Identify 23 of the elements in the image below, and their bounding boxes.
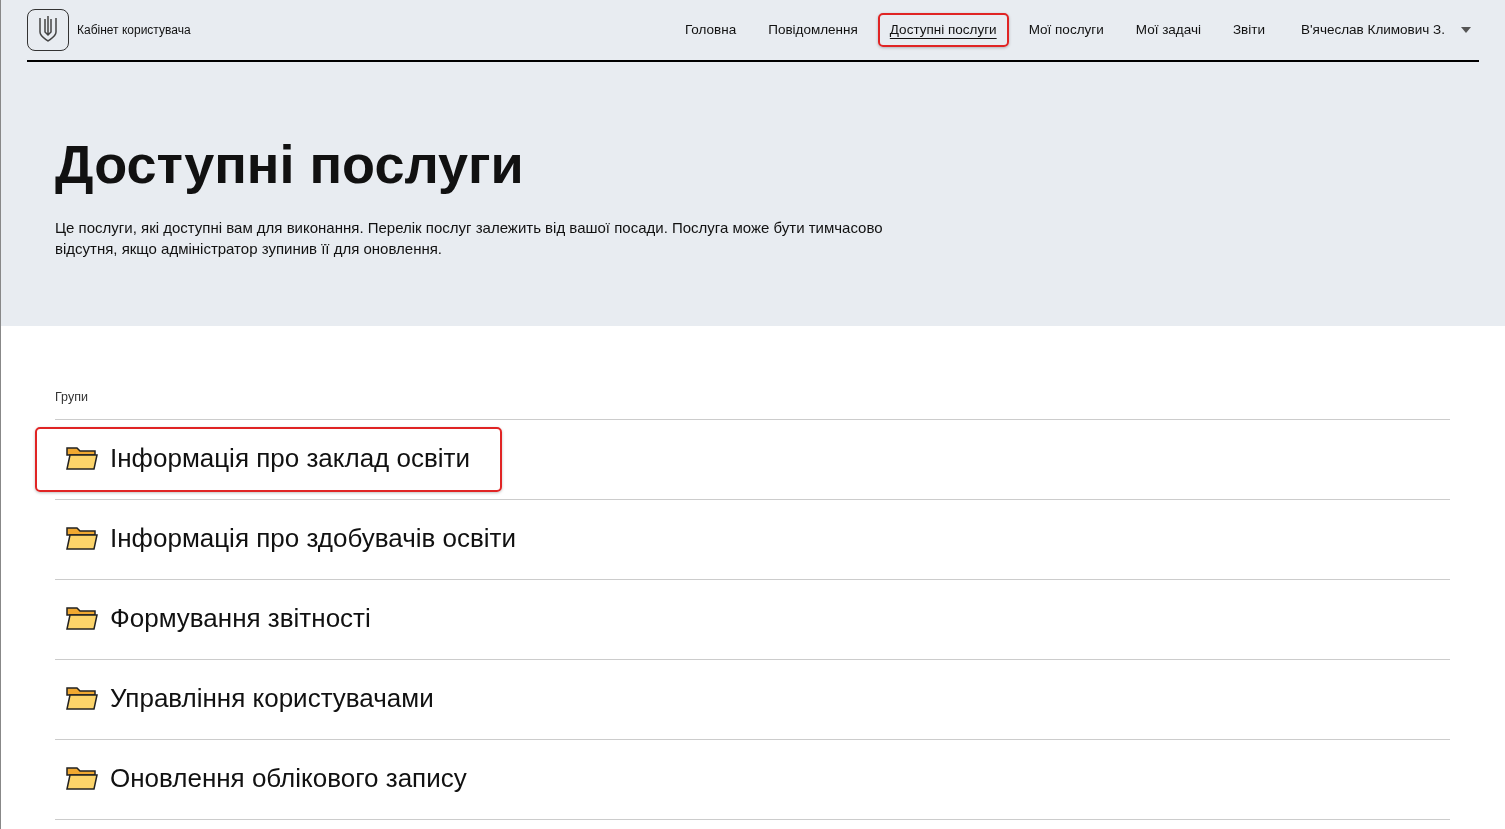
group-link[interactable]: Оновлення облікового запису — [35, 746, 499, 812]
group-link[interactable]: Інформація про заклад освіти — [35, 426, 502, 492]
group-link[interactable]: Формування звітності — [35, 586, 403, 652]
nav-link[interactable]: Мої задачі — [1123, 12, 1213, 48]
folder-icon — [66, 766, 98, 791]
app-title: Кабінет користувача — [77, 22, 191, 39]
folder-icon — [66, 686, 98, 711]
caret-icon — [1461, 27, 1471, 33]
page-description: Це послуги, які доступні вам для виконання. Перелік послуг залежить від вашої посади. Послуга може бути тимчасово відсутня, якщо адміністратор зупинив її для оновлення. — [55, 217, 884, 259]
logo-icon[interactable] — [27, 9, 69, 51]
folder-icon — [66, 606, 98, 631]
folder-icon — [66, 446, 98, 471]
group-link[interactable]: Інформація про здобувачів освіти — [35, 506, 548, 572]
nav-link[interactable]: Звіти — [1220, 12, 1278, 48]
nav-link[interactable]: Повідомлення — [756, 12, 870, 48]
nav-link[interactable]: Доступні послуги — [877, 12, 1009, 48]
nav-link[interactable]: Головна — [672, 12, 749, 48]
section-label: Групи — [55, 388, 1450, 420]
folder-icon — [66, 526, 98, 551]
group-link[interactable]: Управління користувачами — [35, 666, 466, 732]
nav-link[interactable]: Мої послуги — [1016, 12, 1116, 48]
user-menu[interactable]: В'ячеслав Климович З. — [1301, 19, 1471, 41]
page-title: Доступні послуги — [55, 133, 525, 196]
